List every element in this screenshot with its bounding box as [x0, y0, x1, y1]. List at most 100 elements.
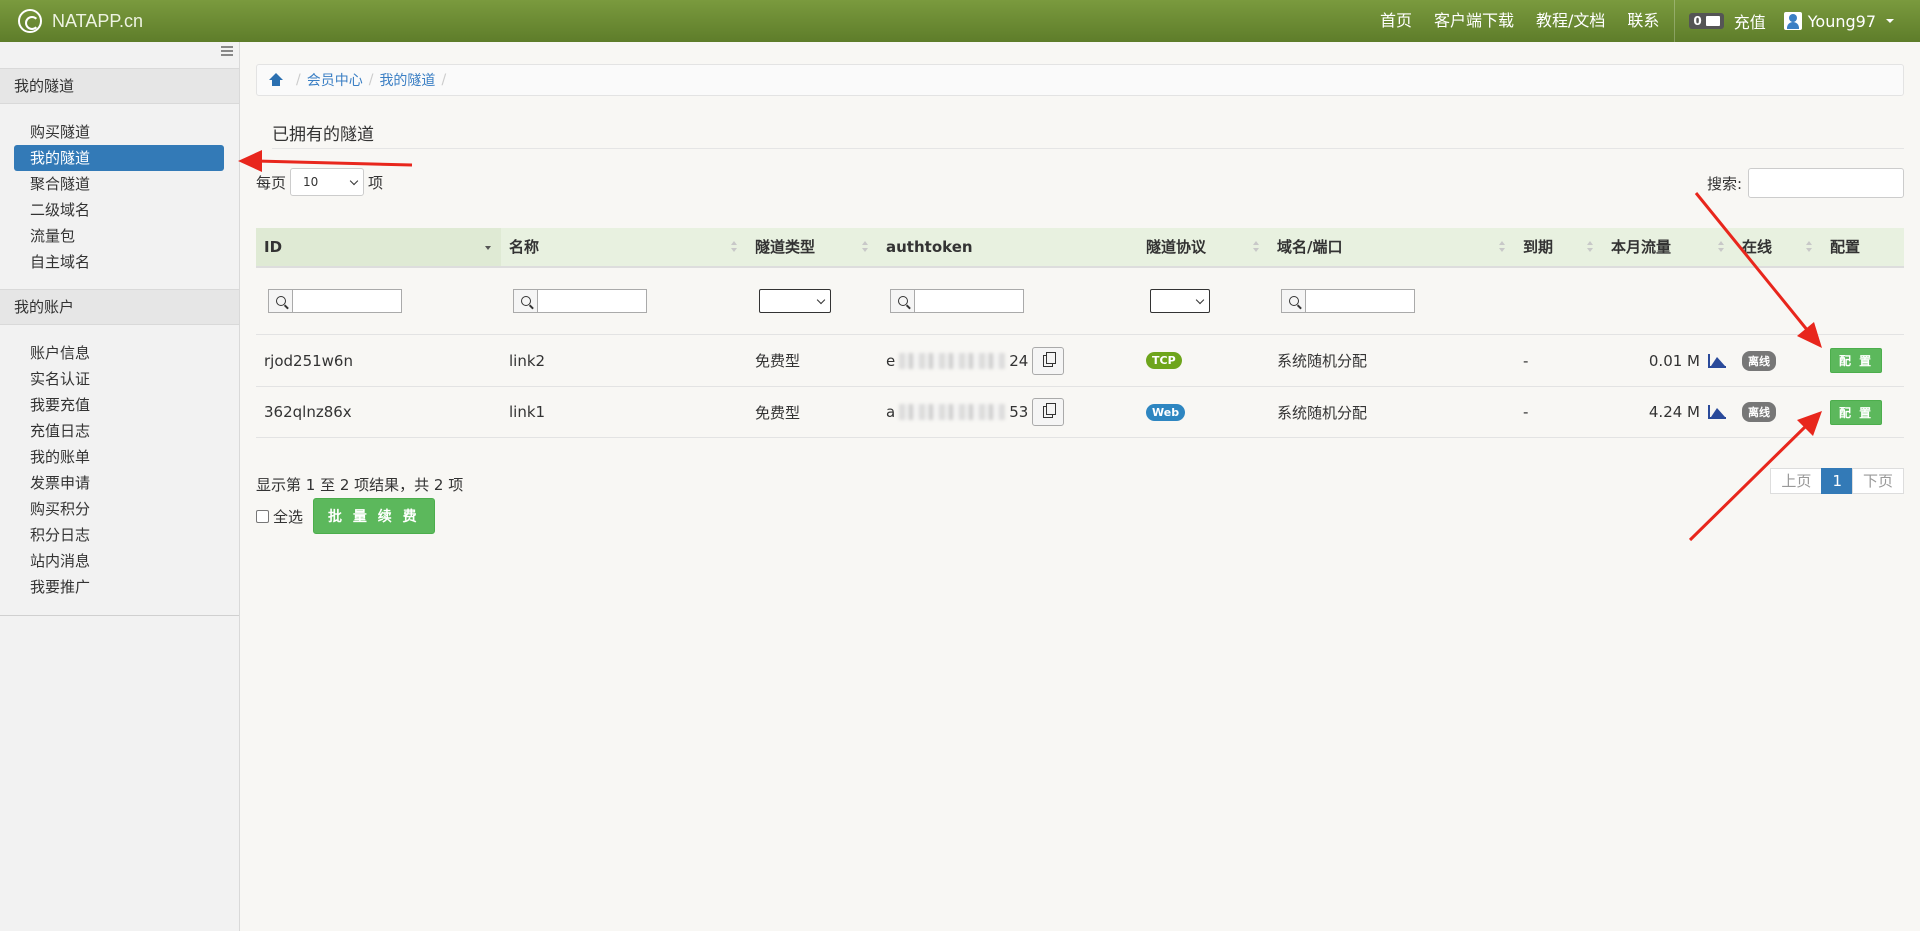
- name-filter[interactable]: [513, 289, 747, 313]
- domain-filter[interactable]: [1281, 289, 1515, 313]
- select-all-checkbox[interactable]: [256, 509, 269, 523]
- chevron-down-icon: [349, 176, 359, 185]
- nav-links: 首页 客户端下载 教程/文档 联系 0 充值 Young97: [1369, 0, 1920, 42]
- domain-filter-input[interactable]: [1305, 289, 1415, 313]
- home-icon[interactable]: [269, 73, 284, 87]
- column-header-id[interactable]: ID: [256, 228, 501, 266]
- column-header-domain[interactable]: 域名/端口: [1269, 228, 1515, 266]
- tunnel-expiry: -: [1523, 403, 1529, 421]
- authtoken-filter-input[interactable]: [914, 289, 1024, 313]
- column-header-authtoken[interactable]: authtoken: [878, 228, 1138, 266]
- table-row: 362qlnz86x link1 免费型 a 53 Web 系统随机分配 - 4.…: [256, 386, 1904, 438]
- sidebar-item-recharge-log[interactable]: 充值日志: [14, 418, 224, 444]
- column-header-traffic[interactable]: 本月流量: [1603, 228, 1734, 266]
- recharge-link[interactable]: 充值: [1734, 9, 1766, 33]
- tunnel-traffic: 4.24 M: [1648, 403, 1700, 421]
- pagination-page-1[interactable]: 1: [1821, 468, 1853, 494]
- traffic-chart-icon[interactable]: [1708, 353, 1726, 368]
- sidebar-item-recharge[interactable]: 我要充值: [14, 392, 224, 418]
- sidebar-divider: [0, 615, 239, 616]
- page-length-prefix: 每页: [256, 173, 287, 192]
- authtoken-value: a 53: [886, 403, 1029, 421]
- page-length-value: 10: [303, 175, 319, 189]
- breadcrumb-my-tunnels[interactable]: 我的隧道: [379, 70, 435, 90]
- search-icon: [268, 289, 292, 313]
- traffic-chart-icon[interactable]: [1708, 405, 1726, 419]
- column-header-online[interactable]: 在线: [1734, 228, 1822, 266]
- balance-recharge[interactable]: 0 充值: [1679, 9, 1775, 33]
- column-header-type[interactable]: 隧道类型: [747, 228, 878, 266]
- sidebar-item-my-tunnels[interactable]: 我的隧道: [14, 145, 224, 171]
- select-all-label: 全选: [273, 507, 304, 526]
- copy-icon: [1043, 351, 1057, 367]
- card-icon: [1705, 16, 1720, 26]
- tunnel-id: 362qlnz86x: [264, 403, 352, 421]
- tunnel-type: 免费型: [755, 352, 801, 370]
- natapp-logo-icon: [18, 9, 42, 33]
- column-header-name[interactable]: 名称: [501, 228, 747, 266]
- sidebar-item-points-log[interactable]: 积分日志: [14, 522, 224, 548]
- balance-value: 0: [1693, 14, 1702, 28]
- id-filter[interactable]: [268, 289, 501, 313]
- sidebar-item-invoice[interactable]: 发票申请: [14, 470, 224, 496]
- select-all-control: 全选 批 量 续 费: [256, 498, 435, 534]
- batch-renew-button[interactable]: 批 量 续 费: [313, 498, 435, 534]
- tunnel-domain: 系统随机分配: [1277, 403, 1368, 422]
- sidebar-item-account-info[interactable]: 账户信息: [14, 340, 224, 366]
- chevron-down-icon: [816, 295, 826, 304]
- pagination: 上页 1 下页: [1770, 468, 1904, 494]
- breadcrumb-member-center[interactable]: 会员中心: [307, 70, 363, 90]
- sidebar-item-verification[interactable]: 实名认证: [14, 366, 224, 392]
- sidebar-item-messages[interactable]: 站内消息: [14, 548, 224, 574]
- page-length-control: 每页 10 项: [256, 168, 383, 196]
- sidebar-item-bills[interactable]: 我的账单: [14, 444, 224, 470]
- top-navbar: NATAPP.cn 首页 客户端下载 教程/文档 联系 0 充值 Young97: [0, 0, 1920, 42]
- sort-icon: [731, 241, 737, 253]
- pagination-prev[interactable]: 上页: [1770, 468, 1823, 494]
- sidebar-item-subdomain[interactable]: 二级域名: [14, 197, 224, 223]
- column-header-protocol[interactable]: 隧道协议: [1138, 228, 1269, 266]
- sort-icon: [1806, 241, 1812, 253]
- sidebar-tunnel-list: 购买隧道 我的隧道 聚合隧道 二级域名 流量包 自主域名: [14, 119, 224, 275]
- authtoken-filter[interactable]: [890, 289, 1138, 313]
- user-menu[interactable]: Young97: [1776, 12, 1920, 31]
- nav-docs[interactable]: 教程/文档: [1525, 0, 1616, 42]
- sidebar-item-promotion[interactable]: 我要推广: [14, 574, 224, 600]
- type-filter-select[interactable]: [759, 289, 831, 313]
- search-input[interactable]: [1748, 168, 1904, 198]
- nav-home[interactable]: 首页: [1369, 0, 1423, 42]
- sidebar-item-buy-tunnel[interactable]: 购买隧道: [14, 119, 224, 145]
- username: Young97: [1807, 11, 1876, 31]
- status-badge: 离线: [1742, 402, 1776, 422]
- pagination-next[interactable]: 下页: [1851, 468, 1904, 494]
- page-length-select[interactable]: 10: [290, 168, 365, 196]
- id-filter-input[interactable]: [292, 289, 402, 313]
- tunnel-table: ID 名称 隧道类型 authtoken 隧道协议 域名/端口 到期 本月流量 …: [256, 228, 1904, 438]
- tunnel-expiry: -: [1523, 351, 1529, 370]
- tunnel-type: 免费型: [755, 403, 801, 422]
- sidebar-item-custom-domain[interactable]: 自主域名: [14, 249, 224, 275]
- nav-download[interactable]: 客户端下载: [1423, 0, 1525, 42]
- copy-token-button[interactable]: [1032, 398, 1065, 426]
- copy-token-button[interactable]: [1032, 346, 1065, 375]
- protocol-filter-select[interactable]: [1150, 289, 1210, 313]
- nav-contact[interactable]: 联系: [1616, 0, 1670, 42]
- column-header-expiry[interactable]: 到期: [1515, 228, 1603, 266]
- balance-badge: 0: [1689, 13, 1724, 29]
- chevron-down-icon: [1195, 295, 1205, 304]
- search-label: 搜索:: [1706, 174, 1742, 193]
- search-icon: [1281, 289, 1305, 313]
- tunnel-id: rjod251w6n: [264, 351, 353, 370]
- config-button[interactable]: 配 置: [1830, 348, 1883, 373]
- sidebar-group-account: 我的账户: [0, 289, 239, 325]
- config-button[interactable]: 配 置: [1830, 399, 1883, 425]
- sidebar-item-aggregate-tunnel[interactable]: 聚合隧道: [14, 171, 224, 197]
- sidebar-collapse-icon[interactable]: [221, 46, 233, 56]
- brand[interactable]: NATAPP.cn: [18, 8, 143, 34]
- sidebar-account-list: 账户信息 实名认证 我要充值 充值日志 我的账单 发票申请 购买积分 积分日志 …: [14, 340, 224, 600]
- sidebar: 我的隧道 购买隧道 我的隧道 聚合隧道 二级域名 流量包 自主域名 我的账户 账…: [0, 42, 240, 931]
- nav-divider: [1674, 0, 1676, 42]
- sidebar-item-traffic-pack[interactable]: 流量包: [14, 223, 224, 249]
- name-filter-input[interactable]: [537, 289, 647, 313]
- sidebar-item-buy-points[interactable]: 购买积分: [14, 496, 224, 522]
